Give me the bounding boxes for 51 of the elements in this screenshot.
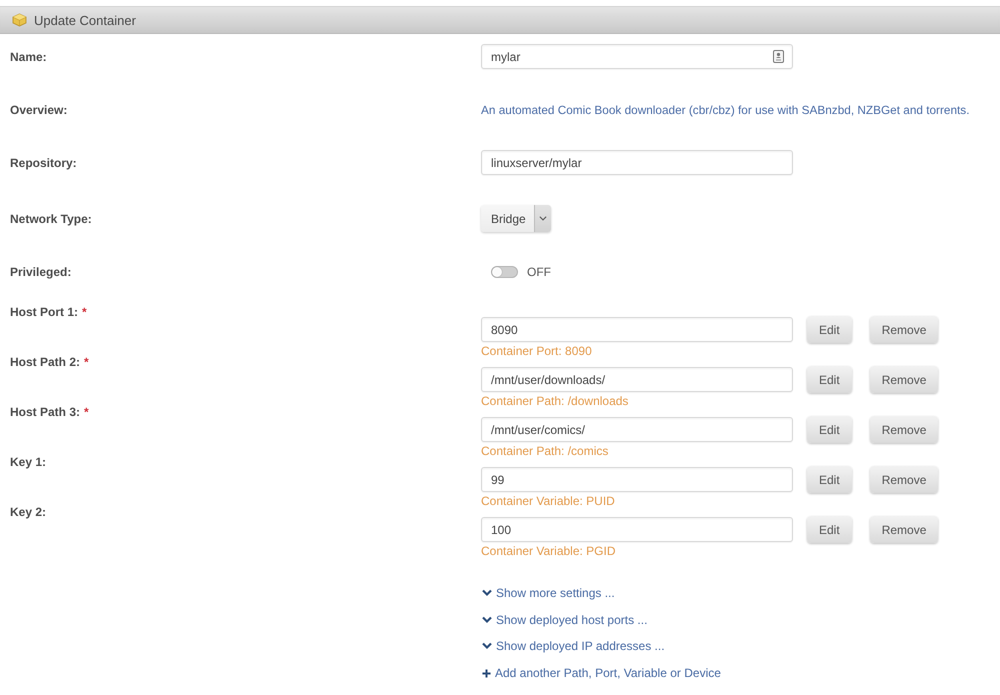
field-label: Repository:: [10, 156, 77, 170]
required-mark: *: [82, 304, 87, 320]
text-input[interactable]: /mnt/user/downloads/: [481, 367, 793, 392]
expand-link[interactable]: Show deployed IP addresses ...: [481, 633, 665, 660]
required-mark: *: [84, 354, 89, 370]
field-label: Privileged:: [10, 264, 72, 278]
field-label: Host Path 3:: [10, 404, 80, 420]
edit-button[interactable]: Edit: [807, 366, 852, 393]
remove-button[interactable]: Remove: [870, 316, 938, 343]
remove-button[interactable]: Remove: [870, 416, 938, 443]
toggle-state-text: OFF: [527, 264, 551, 278]
edit-button[interactable]: Edit: [807, 516, 852, 543]
text-input[interactable]: 99: [481, 467, 793, 492]
chevron-down-icon: [482, 616, 492, 624]
network-type-select[interactable]: Bridge: [481, 205, 551, 232]
text-input[interactable]: linuxserver/mylar: [481, 150, 793, 175]
plus-icon: [482, 668, 491, 678]
remove-button[interactable]: Remove: [870, 366, 938, 393]
text-input[interactable]: 8090: [481, 317, 793, 342]
text-input[interactable]: mylar: [481, 44, 793, 69]
remove-button[interactable]: Remove: [870, 516, 938, 543]
remove-button[interactable]: Remove: [870, 466, 938, 493]
field-label: Key 2:: [10, 504, 46, 520]
field-label: Host Path 2:: [10, 354, 80, 370]
contact-card-icon[interactable]: [773, 50, 784, 63]
box-icon: [12, 13, 27, 27]
field-label: Host Port 1:: [10, 304, 78, 320]
add-link[interactable]: Add another Path, Port, Variable or Device: [481, 660, 721, 686]
field-label: Name:: [10, 50, 47, 64]
privileged-toggle[interactable]: [491, 266, 518, 278]
edit-button[interactable]: Edit: [807, 466, 852, 493]
required-mark: *: [84, 404, 89, 420]
edit-button[interactable]: Edit: [807, 416, 852, 443]
edit-button[interactable]: Edit: [807, 316, 852, 343]
chevron-down-icon: [482, 589, 492, 598]
text-input[interactable]: /mnt/user/comics/: [481, 417, 793, 442]
container-mapping-text: Container Variable: PUID: [481, 494, 615, 508]
overview-text: An automated Comic Book downloader (cbr/cbz) for use with SABnzbd, NZBGet and torrents.: [481, 102, 970, 116]
title-text: Update Container: [34, 12, 136, 28]
field-label: Overview:: [10, 102, 68, 116]
container-mapping-text: Container Variable: PGID: [481, 544, 616, 558]
chevron-down-icon: [482, 642, 492, 650]
field-label: Network Type:: [10, 212, 92, 226]
container-mapping-text: Container Port: 8090: [481, 344, 592, 358]
expand-link[interactable]: Show more settings ...: [481, 580, 615, 607]
text-input[interactable]: 100: [481, 517, 793, 542]
expand-link[interactable]: Show deployed host ports ...: [481, 606, 648, 634]
container-mapping-text: Container Path: /comics: [481, 444, 608, 458]
field-label: Key 1:: [10, 454, 46, 470]
caret-icon: [534, 205, 551, 232]
container-mapping-text: Container Path: /downloads: [481, 394, 628, 408]
